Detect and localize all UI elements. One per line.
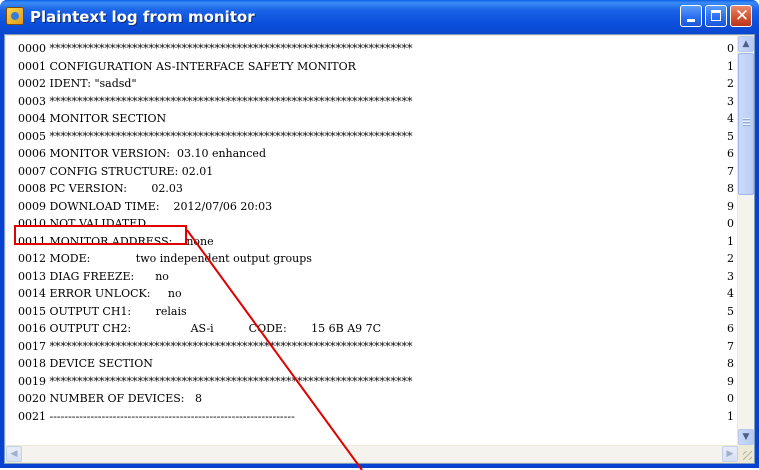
arrow-down-icon: ▼ xyxy=(742,432,750,442)
horizontal-scrollbar[interactable]: ◀ ▶ xyxy=(6,446,738,462)
application-icon[interactable] xyxy=(6,7,24,25)
log-line: 0009 DOWNLOAD TIME: 2012/07/06 20:03 xyxy=(18,199,273,213)
log-line: 0003 ***********************************… xyxy=(18,94,413,108)
line-checksum: 6 xyxy=(727,322,734,335)
log-line: 0008 PC VERSION: 02.03 xyxy=(18,182,183,195)
line-checksum: 2 xyxy=(727,252,734,265)
vertical-scrollbar[interactable]: ▲ ▼ xyxy=(738,36,754,445)
log-line: 0012 MODE: two independent output groups xyxy=(18,252,312,265)
line-checksum: 3 xyxy=(727,94,734,108)
window-title: Plaintext log from monitor xyxy=(30,8,255,26)
maximize-button[interactable] xyxy=(705,5,727,27)
line-checksum: 9 xyxy=(727,199,734,213)
line-checksum: 4 xyxy=(727,112,734,125)
line-checksum: 0 xyxy=(727,42,734,55)
log-line: 0019 ***********************************… xyxy=(18,374,413,388)
scroll-right-button[interactable]: ▶ xyxy=(722,446,738,462)
log-line: 0013 DIAG FREEZE: no xyxy=(18,269,169,283)
resize-grip-icon[interactable] xyxy=(738,446,754,462)
line-checksum: 0 xyxy=(727,217,734,230)
minimize-icon xyxy=(687,19,695,22)
log-line: 0020 NUMBER OF DEVICES: 8 xyxy=(18,392,203,405)
log-line: 0006 MONITOR VERSION: 03.10 enhanced xyxy=(18,147,266,160)
maximize-icon xyxy=(711,10,721,21)
line-checksum: 1 xyxy=(727,234,734,248)
scroll-down-button[interactable]: ▼ xyxy=(738,429,754,445)
line-checksum: 9 xyxy=(727,374,734,388)
log-line: 0001 CONFIGURATION AS-INTERFACE SAFETY M… xyxy=(18,59,356,73)
client-area: 0000 ***********************************… xyxy=(4,34,755,464)
log-line: 0000 ***********************************… xyxy=(18,42,413,55)
line-checksum: 3 xyxy=(727,269,734,283)
vertical-scroll-thumb[interactable] xyxy=(738,53,754,195)
highlight-annotation-box xyxy=(14,225,187,245)
grip-icon xyxy=(743,118,750,127)
arrow-right-icon: ▶ xyxy=(726,449,734,459)
log-line: 0021 -----------------------------------… xyxy=(18,409,295,423)
line-checksum: 4 xyxy=(727,287,734,300)
line-checksum: 8 xyxy=(727,182,734,195)
scroll-left-button[interactable]: ◀ xyxy=(6,446,22,462)
scroll-up-button[interactable]: ▲ xyxy=(738,36,754,52)
log-line: 0016 OUTPUT CH2: AS-i CODE: 15 6B A9 7C xyxy=(18,322,382,335)
line-checksum: 8 xyxy=(727,357,734,370)
log-line: 0007 CONFIG STRUCTURE: 02.01 xyxy=(18,164,214,178)
arrow-left-icon: ◀ xyxy=(10,449,18,459)
log-line: 0014 ERROR UNLOCK: no xyxy=(18,287,182,300)
close-icon: ✕ xyxy=(734,6,750,26)
log-line: 0004 MONITOR SECTION xyxy=(18,112,167,125)
log-line: 0002 IDENT: "sadsd" xyxy=(18,77,137,90)
line-checksum: 0 xyxy=(727,392,734,405)
log-line: 0017 ***********************************… xyxy=(18,339,413,353)
line-checksum: 7 xyxy=(727,164,734,178)
line-checksum: 1 xyxy=(727,409,734,423)
line-checksum: 2 xyxy=(727,77,734,90)
checksum-column: 0 1 2 3 4 5 6 7 8 9 0 1 2 3 4 5 6 7 8 9 0 1 xyxy=(722,40,734,425)
title-bar[interactable]: Plaintext log from monitor ✕ xyxy=(0,0,759,34)
log-line: 0015 OUTPUT CH1: relais xyxy=(18,304,187,318)
line-checksum: 7 xyxy=(727,339,734,353)
line-checksum: 6 xyxy=(727,147,734,160)
close-button[interactable]: ✕ xyxy=(730,5,752,27)
arrow-up-icon: ▲ xyxy=(742,39,750,49)
log-line: 0018 DEVICE SECTION xyxy=(18,357,153,370)
line-checksum: 5 xyxy=(727,304,734,318)
minimize-button[interactable] xyxy=(680,5,702,27)
line-checksum: 1 xyxy=(727,59,734,73)
line-checksum: 5 xyxy=(727,129,734,143)
log-line: 0005 ***********************************… xyxy=(18,129,413,143)
